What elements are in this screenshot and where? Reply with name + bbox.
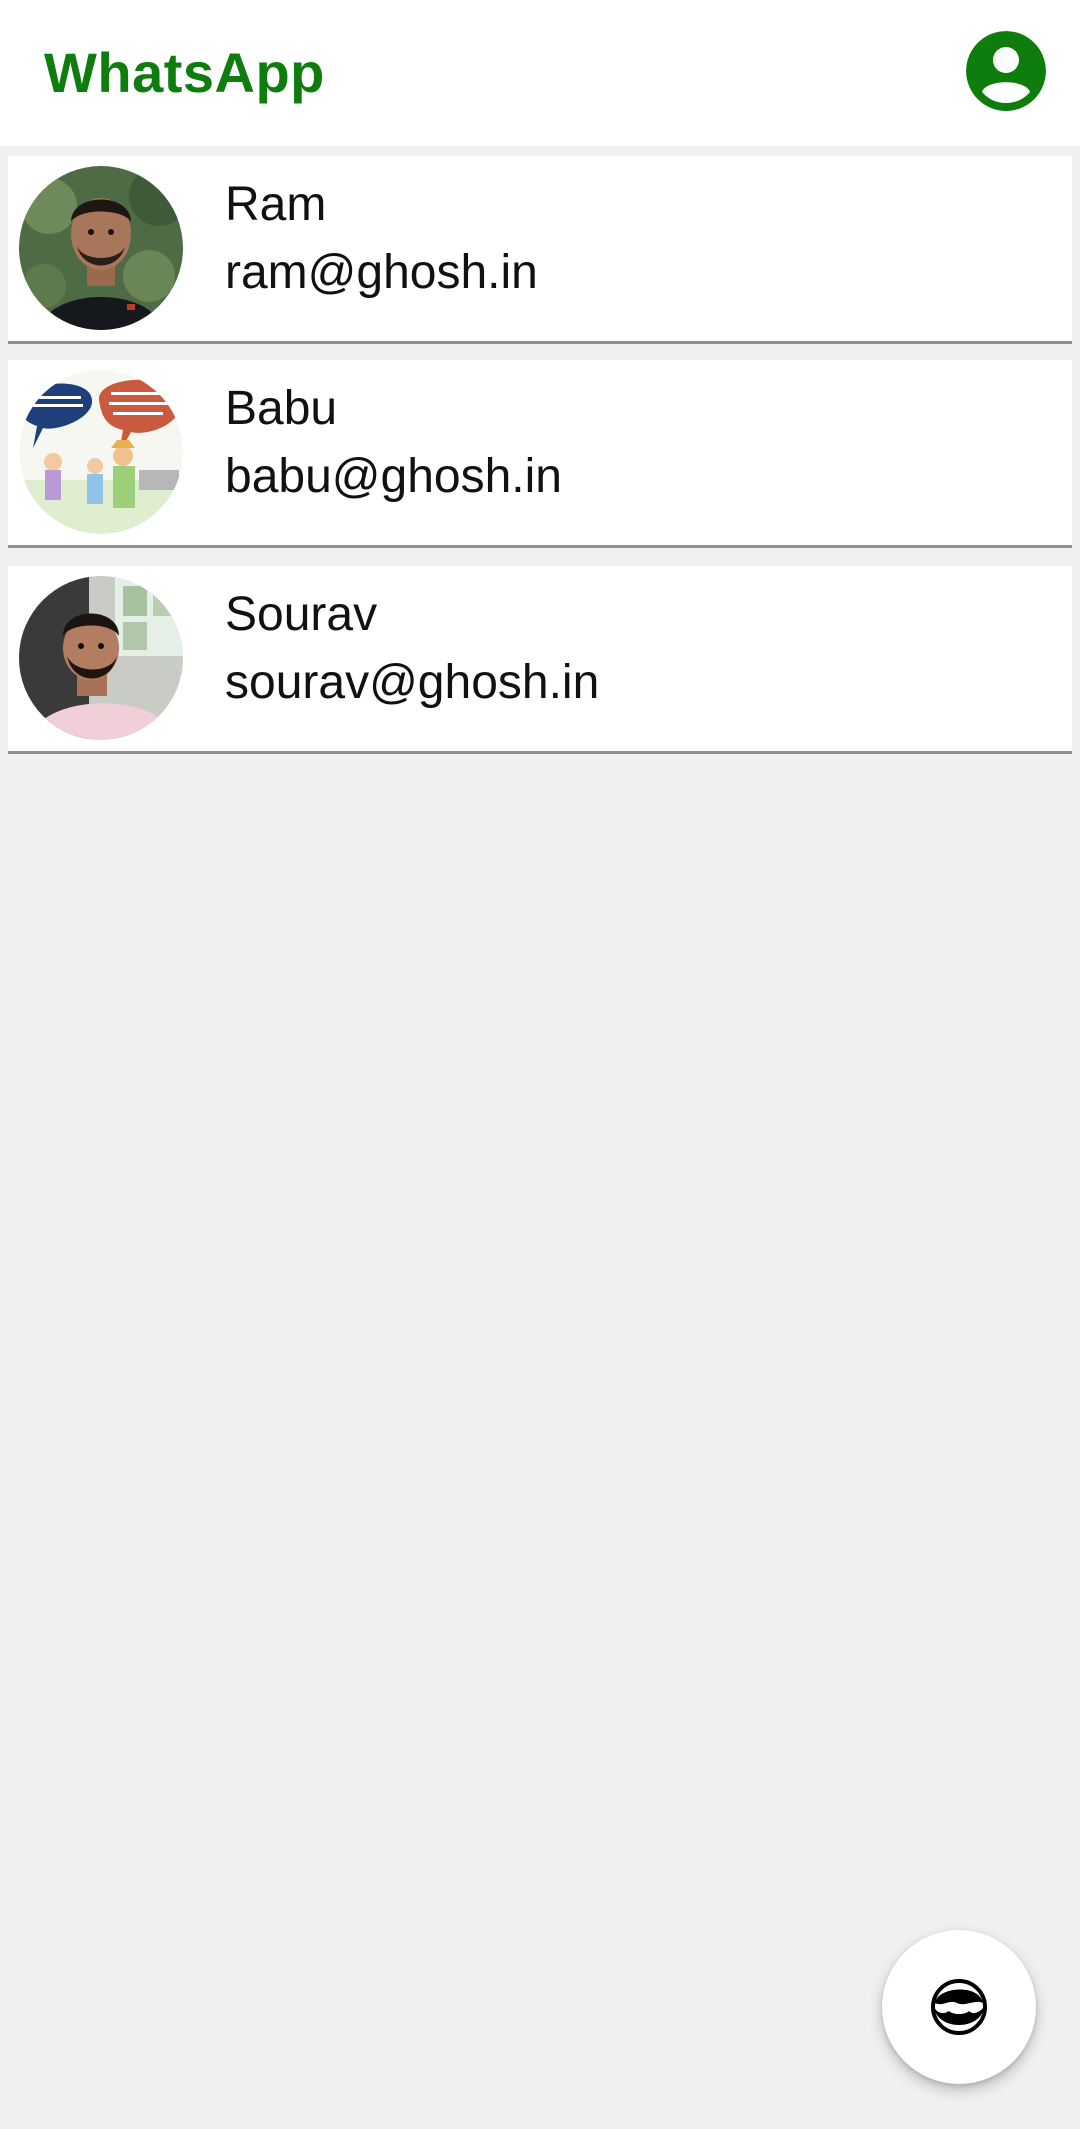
face-icon	[931, 1979, 987, 2035]
contact-email: babu@ghosh.in	[225, 450, 562, 503]
contact-photo	[19, 576, 183, 740]
avatar	[19, 370, 183, 534]
app-bar: WhatsApp	[0, 0, 1080, 146]
contact-name: Sourav	[225, 588, 378, 641]
avatar	[19, 576, 183, 740]
contact-photo	[19, 166, 183, 330]
contact-item[interactable]: Ram ram@ghosh.in	[8, 156, 1072, 344]
contact-email: sourav@ghosh.in	[225, 656, 600, 709]
contact-email: ram@ghosh.in	[225, 246, 538, 299]
account-button[interactable]	[966, 31, 1046, 111]
contact-photo	[19, 370, 183, 534]
contact-item[interactable]: Babu babu@ghosh.in	[8, 360, 1072, 548]
new-chat-fab[interactable]	[882, 1930, 1036, 2084]
contact-name: Babu	[225, 382, 338, 435]
avatar	[19, 166, 183, 330]
contact-list: Ram ram@ghosh.in Babu babu@ghosh.in Sour…	[8, 156, 1072, 770]
contact-item[interactable]: Sourav sourav@ghosh.in	[8, 566, 1072, 754]
contact-name: Ram	[225, 178, 327, 231]
account-circle-icon	[966, 31, 1046, 111]
app-title: WhatsApp	[44, 41, 325, 104]
